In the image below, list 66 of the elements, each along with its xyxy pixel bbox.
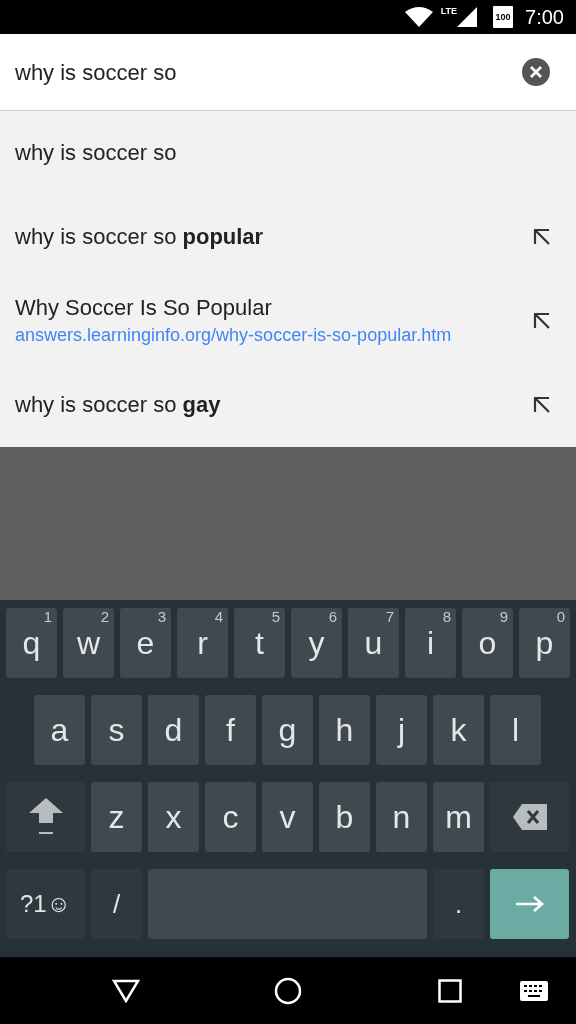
network-type: LTE xyxy=(440,7,458,16)
key[interactable]: j xyxy=(376,695,427,765)
clock: 7:00 xyxy=(525,5,564,30)
suggestion-url: answers.learninginfo.org/why-soccer-is-so-popular.htm xyxy=(15,324,452,347)
key-hint: 5 xyxy=(271,609,280,624)
suggestion-text: why is soccer so popular xyxy=(15,223,264,251)
suggestion-text: why is soccer so xyxy=(15,139,177,167)
key[interactable]: d xyxy=(148,695,199,765)
suggestion-item[interactable]: why is soccer so gay xyxy=(0,363,576,447)
home-icon[interactable] xyxy=(274,976,302,1005)
key-hint: 6 xyxy=(328,609,337,624)
arrow-icon xyxy=(515,896,544,912)
shift-key[interactable] xyxy=(6,782,85,852)
key-hint: 3 xyxy=(157,609,166,624)
key-hint: 2 xyxy=(100,609,109,624)
key[interactable]: l xyxy=(490,695,541,765)
key[interactable]: k xyxy=(433,695,484,765)
key[interactable]: f xyxy=(205,695,256,765)
key[interactable]: w 2 xyxy=(63,608,114,678)
key[interactable]: i 8 xyxy=(405,608,456,678)
key[interactable]: h xyxy=(319,695,370,765)
insert-arrow-icon[interactable] xyxy=(533,312,551,330)
clear-icon[interactable] xyxy=(522,58,550,86)
key[interactable]: c xyxy=(205,782,256,852)
insert-arrow-icon[interactable] xyxy=(533,228,551,246)
insert-arrow-icon[interactable] xyxy=(533,396,551,414)
wifi-icon xyxy=(404,7,433,27)
key[interactable]: p 0 xyxy=(519,608,570,678)
key[interactable]: o 9 xyxy=(462,608,513,678)
back-icon[interactable] xyxy=(112,978,140,1003)
keyboard-icon[interactable] xyxy=(520,980,548,1001)
key[interactable]: v xyxy=(262,782,313,852)
key[interactable]: . xyxy=(433,869,484,939)
backspace-icon xyxy=(512,804,547,830)
backspace-key[interactable] xyxy=(490,782,569,852)
key[interactable]: q 1 xyxy=(6,608,57,678)
key[interactable]: z xyxy=(91,782,142,852)
key-hint: 4 xyxy=(214,609,223,624)
key-hint: 0 xyxy=(556,609,565,624)
suggestion-item[interactable]: Why Soccer Is So Popular answers.learninginfo.org/why-soccer-is-so-popular.htm xyxy=(0,279,576,363)
key-hint: 1 xyxy=(43,609,52,624)
key[interactable]: a xyxy=(34,695,85,765)
key[interactable]: e 3 xyxy=(120,608,171,678)
key[interactable]: y 6 xyxy=(291,608,342,678)
shift-icon xyxy=(28,798,63,836)
key-hint: 7 xyxy=(385,609,394,624)
key[interactable]: m xyxy=(433,782,484,852)
key[interactable]: s xyxy=(91,695,142,765)
suggestion-text: Why Soccer Is So Popular xyxy=(15,294,272,322)
key[interactable]: / xyxy=(91,869,142,939)
signal-icon xyxy=(457,7,478,27)
suggestion-text: why is soccer so gay xyxy=(15,391,221,419)
key[interactable]: t 5 xyxy=(234,608,285,678)
key[interactable]: g xyxy=(262,695,313,765)
key-hint: 9 xyxy=(499,609,508,624)
key[interactable]: x xyxy=(148,782,199,852)
battery-icon: 100 xyxy=(493,6,514,28)
recents-icon[interactable] xyxy=(438,978,462,1003)
key[interactable]: b xyxy=(319,782,370,852)
key-hint: 8 xyxy=(442,609,451,624)
key[interactable]: n xyxy=(376,782,427,852)
symbols-key[interactable]: ?1☺ xyxy=(6,869,85,939)
key[interactable]: u 7 xyxy=(348,608,399,678)
suggestion-item[interactable]: why is soccer so xyxy=(0,111,576,195)
key[interactable]: r 4 xyxy=(177,608,228,678)
suggestion-item[interactable]: why is soccer so popular xyxy=(0,195,576,279)
